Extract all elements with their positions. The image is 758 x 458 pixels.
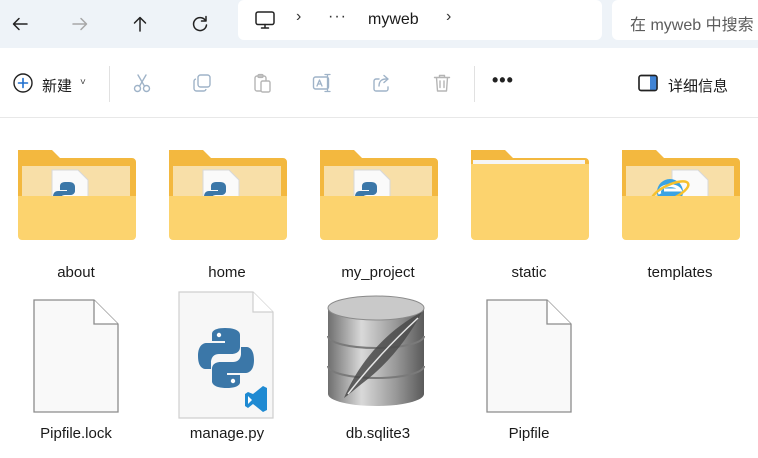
item-name[interactable]: Pipfile <box>459 425 599 442</box>
share-icon <box>373 74 389 92</box>
more-options-button[interactable]: ••• <box>492 70 514 91</box>
clipboard-icon <box>254 73 271 93</box>
item-name[interactable]: manage.py <box>157 425 297 442</box>
arrow-left-icon <box>12 17 28 31</box>
address-bar[interactable]: › ··· myweb › <box>238 0 602 40</box>
folder-python-icon <box>6 140 146 250</box>
item-name[interactable]: Pipfile.lock <box>6 425 146 442</box>
folder-python-icon <box>157 140 297 250</box>
paste-button[interactable] <box>246 67 278 99</box>
copy-icon <box>193 74 211 92</box>
navigation-bar: › ··· myweb › 在 myweb 中搜索 <box>0 0 758 48</box>
search-placeholder: 在 myweb 中搜索 <box>630 17 754 34</box>
item-name[interactable]: templates <box>610 264 750 281</box>
breadcrumb-overflow[interactable]: ··· <box>328 8 347 26</box>
arrow-up-icon <box>133 16 147 32</box>
item-name[interactable]: static <box>459 264 599 281</box>
folder-html-icon <box>610 140 750 250</box>
search-input[interactable]: 在 myweb 中搜索 <box>612 0 758 40</box>
rename-icon <box>312 73 331 93</box>
rename-button[interactable] <box>306 67 338 99</box>
refresh-icon <box>192 15 208 32</box>
blank-file-icon <box>459 290 599 413</box>
computer-icon[interactable] <box>254 9 276 31</box>
details-button[interactable]: 详细信息 <box>634 66 744 100</box>
back-button[interactable] <box>2 6 38 42</box>
delete-button[interactable] <box>426 67 458 99</box>
copy-button[interactable] <box>186 67 218 99</box>
folder-python-icon <box>308 140 448 250</box>
python-file-icon <box>157 290 297 419</box>
breadcrumb-current-folder[interactable]: myweb <box>368 11 419 29</box>
toolbar-divider <box>109 66 110 102</box>
folder-icon <box>459 140 599 250</box>
new-button[interactable]: 新建 ˅ <box>8 66 100 100</box>
details-button-label: 详细信息 <box>668 78 729 95</box>
share-button[interactable] <box>366 67 398 99</box>
arrow-right-icon <box>72 17 88 31</box>
scissors-icon <box>133 74 151 93</box>
item-name[interactable]: home <box>157 264 297 281</box>
item-name[interactable]: my_project <box>308 264 448 281</box>
database-icon <box>308 290 448 406</box>
item-name[interactable]: db.sqlite3 <box>308 425 448 442</box>
breadcrumb-separator[interactable]: › <box>446 8 451 26</box>
cut-button[interactable] <box>126 67 158 99</box>
item-name[interactable]: about <box>6 264 146 281</box>
breadcrumb-separator[interactable]: › <box>296 8 301 26</box>
toolbar-divider <box>474 66 475 102</box>
new-button-label: 新建 <box>42 78 73 95</box>
trash-icon <box>433 74 451 92</box>
refresh-button[interactable] <box>182 6 218 42</box>
details-pane-icon <box>638 74 658 92</box>
up-button[interactable] <box>122 6 158 42</box>
plus-circle-icon <box>13 73 33 93</box>
forward-button[interactable] <box>62 6 98 42</box>
command-bar: 新建 ˅ ••• 详细信息 <box>0 48 758 118</box>
chevron-down-icon: ˅ <box>80 77 86 88</box>
blank-file-icon <box>6 290 146 413</box>
